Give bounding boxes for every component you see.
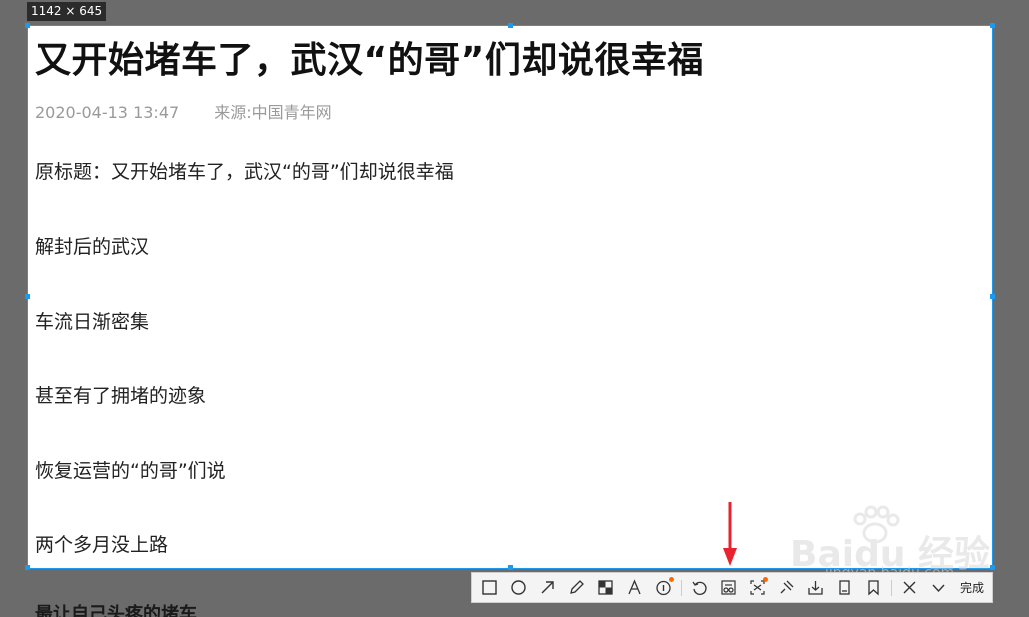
article-paragraph: 解封后的武汉 — [35, 236, 150, 258]
resize-handle-bottom-left[interactable] — [25, 565, 30, 570]
cancel-button[interactable] — [898, 576, 921, 599]
resize-handle-left[interactable] — [25, 294, 30, 299]
article-paragraph: 车流日渐密集 — [35, 311, 150, 333]
mosaic-icon — [598, 580, 613, 595]
dim-overlay-right — [993, 25, 1029, 617]
save-icon — [808, 581, 823, 595]
mosaic-tool-button[interactable] — [594, 576, 617, 599]
resize-handle-bottom-right[interactable] — [990, 565, 995, 570]
text-icon — [628, 579, 641, 595]
article-date: 2020-04-13 13:47 — [35, 103, 180, 122]
save-button[interactable] — [804, 576, 827, 599]
next-heading: 最让自己头疼的堵车 — [35, 604, 197, 617]
arrow-tool-button[interactable] — [536, 576, 559, 599]
screenshot-stage: 又开始堵车了，武汉“的哥”们却说很幸福 2020-04-13 13:47 来源:… — [0, 0, 1029, 617]
bookmark-icon — [868, 580, 879, 596]
article-content: 又开始堵车了，武汉“的哥”们却说很幸福 2020-04-13 13:47 来源:… — [27, 25, 993, 569]
article-paragraph: 两个多月没上路 — [35, 534, 169, 556]
confirm-check-icon — [932, 584, 945, 593]
arrow-icon — [541, 581, 554, 594]
dim-overlay-top — [0, 0, 1029, 25]
resize-handle-top[interactable] — [508, 23, 513, 28]
done-button[interactable]: 完成 — [956, 579, 988, 596]
article-meta: 2020-04-13 13:47 来源:中国青年网 — [35, 99, 332, 123]
copy-button[interactable] — [833, 576, 856, 599]
copy-icon — [839, 580, 850, 595]
resize-handle-top-right[interactable] — [990, 23, 995, 28]
selection-size-label: 1142 × 645 — [27, 2, 107, 21]
toolbar-separator — [681, 579, 682, 596]
resize-handle-bottom[interactable] — [508, 565, 513, 570]
ocr-button[interactable] — [717, 576, 740, 599]
ellipse-tool-button[interactable] — [507, 576, 530, 599]
close-icon — [903, 581, 916, 594]
rectangle-tool-button[interactable] — [478, 576, 501, 599]
red-annotation-arrow — [723, 502, 737, 566]
screenshot-toolbar: 完成 — [471, 572, 993, 603]
ellipse-icon — [511, 580, 526, 595]
article-paragraph: 恢复运营的“的哥”们说 — [35, 460, 226, 482]
article-source: 来源:中国青年网 — [214, 103, 332, 122]
pin-icon — [780, 580, 794, 594]
pencil-tool-button[interactable] — [565, 576, 588, 599]
number-marker-tool-button[interactable] — [652, 576, 675, 599]
undo-icon — [692, 581, 707, 595]
translate-button[interactable] — [746, 576, 769, 599]
resize-handle-right[interactable] — [990, 294, 995, 299]
resize-handle-top-left[interactable] — [25, 23, 30, 28]
bookmark-button[interactable] — [862, 576, 885, 599]
new-badge-dot — [763, 577, 768, 582]
pencil-icon — [570, 580, 584, 594]
pin-button[interactable] — [775, 576, 798, 599]
rectangle-icon — [482, 580, 497, 595]
dim-overlay-left — [0, 25, 27, 617]
undo-button[interactable] — [688, 576, 711, 599]
confirm-button[interactable] — [927, 576, 950, 599]
article-paragraph: 原标题：又开始堵车了，武汉“的哥”们却说很幸福 — [35, 161, 454, 183]
ocr-icon — [721, 580, 736, 595]
article-paragraph: 甚至有了拥堵的迹象 — [35, 385, 207, 407]
article-title: 又开始堵车了，武汉“的哥”们却说很幸福 — [35, 40, 704, 81]
toolbar-separator — [891, 579, 892, 596]
text-tool-button[interactable] — [623, 576, 646, 599]
new-badge-dot — [669, 577, 674, 582]
